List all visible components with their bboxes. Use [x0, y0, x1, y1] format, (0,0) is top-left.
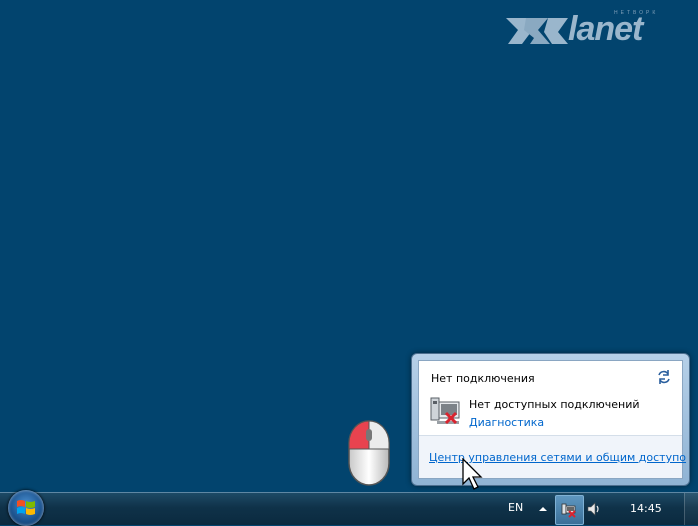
- windows-start-orb-icon: [17, 500, 35, 515]
- speaker-icon[interactable]: [586, 501, 602, 517]
- flyout-title: Нет подключения: [431, 372, 535, 385]
- logo-wordmark: lanet: [568, 10, 643, 48]
- lanet-logo: lanet НЕТВОРК: [504, 10, 684, 50]
- desktop[interactable]: lanet НЕТВОРК Нет подключения Нет доступ…: [0, 0, 698, 492]
- lanet-logo-mark-icon: [506, 18, 568, 44]
- network-disconnected-icon: [430, 397, 460, 425]
- refresh-icon[interactable]: [656, 369, 672, 385]
- tray-network-button[interactable]: [555, 495, 584, 525]
- show-hidden-icons-arrow-icon[interactable]: [538, 504, 548, 514]
- network-flyout-panel: Нет подключения Нет доступных подключени…: [418, 360, 686, 479]
- network-flyout: Нет подключения Нет доступных подключени…: [411, 353, 690, 486]
- mouse-left-click-icon: [348, 420, 390, 486]
- diagnostics-link[interactable]: Диагностика: [469, 416, 544, 429]
- show-desktop-button[interactable]: [684, 493, 698, 525]
- taskbar-clock[interactable]: 14:45: [630, 502, 662, 515]
- logo-tagline: НЕТВОРК: [614, 10, 659, 16]
- taskbar: EN 14:45: [0, 490, 698, 526]
- mouse-pointer-icon: [462, 458, 483, 490]
- flyout-footer: Центр управления сетями и общим доступо: [419, 435, 686, 478]
- start-button[interactable]: [8, 490, 44, 526]
- tray-network-error-icon: [561, 503, 576, 518]
- connection-status-text: Нет доступных подключений: [469, 398, 640, 411]
- language-indicator[interactable]: EN: [508, 501, 523, 514]
